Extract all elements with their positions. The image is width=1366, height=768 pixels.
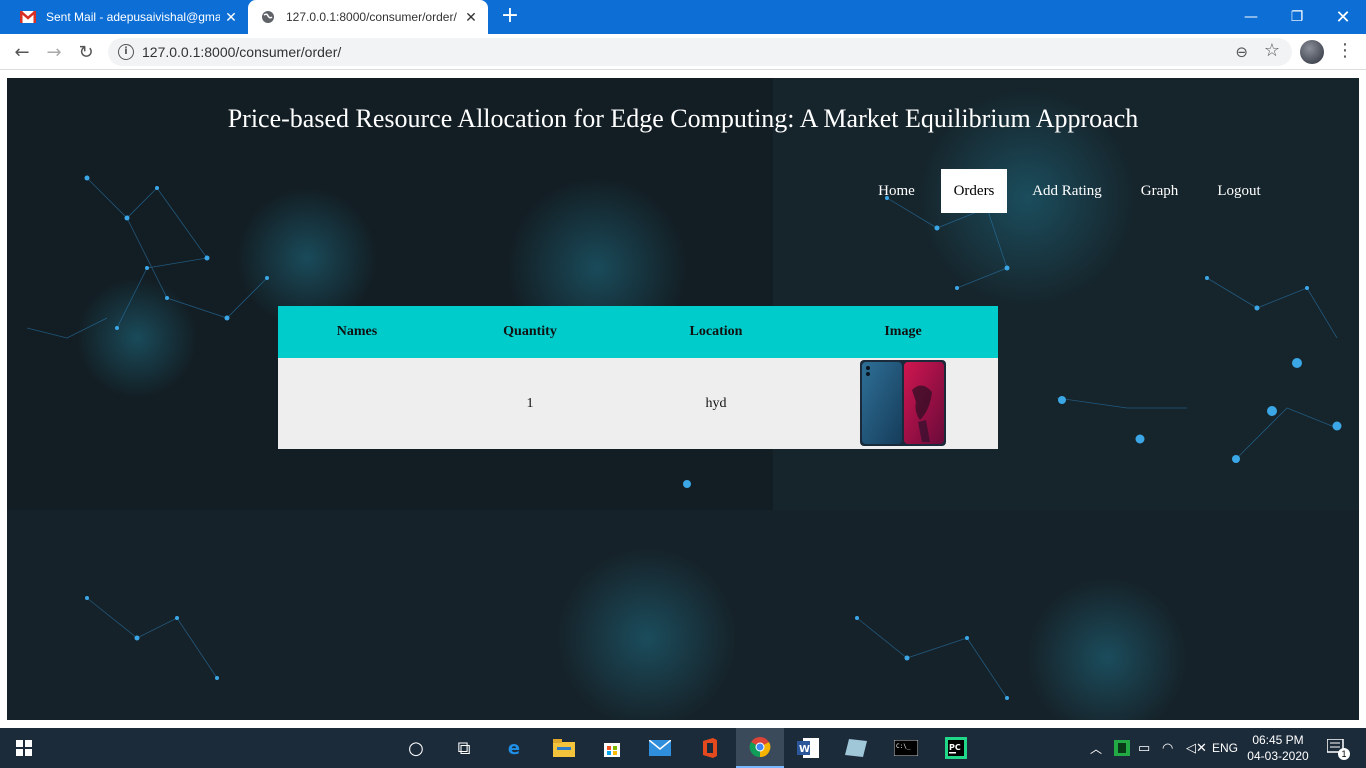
page-viewport: Price-based Resource Allocation for Edge… [0,70,1366,728]
close-tab-icon[interactable]: ✕ [460,9,482,26]
back-icon[interactable]: ← [8,38,36,66]
clock-time: 06:45 PM [1252,733,1304,747]
wifi-icon[interactable]: ◠ [1162,728,1173,768]
svg-text:C:\_: C:\_ [896,743,911,750]
nav-graph[interactable]: Graph [1127,169,1192,213]
reload-icon[interactable]: ↻ [72,38,100,66]
tab-active[interactable]: 127.0.0.1:8000/consumer/order/ ✕ [248,0,488,34]
tray-app-icon[interactable] [1114,728,1130,768]
header-image: Image [884,324,922,339]
notification-icon[interactable]: 1 [1322,728,1352,768]
windows-taskbar: ○ ⧉ e W C:\_ PC ︿ ▭ ◠ ◁✕ ENG 06:45 PM 04… [0,728,1366,768]
close-tab-icon[interactable]: ✕ [220,9,242,26]
page-title: Price-based Resource Allocation for Edge… [227,104,1139,133]
minimize-button[interactable]: — [1228,0,1274,34]
orders-table: Names Quantity Location Image 1 hyd [278,306,998,449]
address-bar[interactable]: i 127.0.0.1:8000/consumer/order/ ⊖ ☆ [108,38,1292,66]
clock[interactable]: 06:45 PM 04-03-2020 [1246,728,1310,768]
nav-orders[interactable]: Orders [941,169,1007,213]
nav-add-rating[interactable]: Add Rating [1022,169,1112,213]
header-location: Location [689,324,743,339]
clock-date: 04-03-2020 [1247,749,1309,763]
language-indicator[interactable]: ENG [1212,728,1238,768]
windows-start-icon[interactable] [0,728,48,768]
pycharm-icon[interactable]: PC [932,728,980,768]
header-quantity: Quantity [503,324,557,339]
mail-icon[interactable] [636,728,684,768]
svg-text:W: W [799,744,810,755]
profile-avatar[interactable] [1300,40,1324,64]
cell-location: hyd [705,395,727,411]
chrome-icon[interactable] [736,728,784,768]
forward-icon[interactable]: → [40,38,68,66]
search-circle-icon[interactable]: ○ [392,728,440,768]
phone-image [860,360,946,446]
nav-logout[interactable]: Logout [1204,169,1274,213]
globe-icon [260,9,276,25]
url-text: 127.0.0.1:8000/consumer/order/ [142,44,342,60]
file-explorer-icon[interactable] [540,728,588,768]
volume-muted-icon[interactable]: ◁✕ [1186,728,1207,768]
menu-icon[interactable]: ⋮ [1336,40,1354,64]
task-view-icon[interactable]: ⧉ [440,728,488,768]
info-icon[interactable]: i [118,44,134,60]
zoom-icon[interactable]: ⊖ [1235,43,1248,61]
tab-title: Sent Mail - adepusaivishal@gmail.com [46,10,220,24]
cell-name [278,358,436,449]
show-hidden-icons[interactable]: ︿ [1090,728,1102,768]
cell-quantity: 1 [526,395,534,411]
tab-gmail[interactable]: Sent Mail - adepusaivishal@gmail.com ✕ [8,0,248,34]
bookmark-star-icon[interactable]: ☆ [1264,40,1280,61]
restore-button[interactable]: ❐ [1274,0,1320,34]
nav-home[interactable]: Home [864,169,929,213]
notes-app-icon[interactable] [832,728,880,768]
close-window-button[interactable]: ✕ [1320,0,1366,34]
new-tab-button[interactable]: + [498,4,522,30]
tab-title: 127.0.0.1:8000/consumer/order/ [286,10,457,24]
office-icon[interactable] [686,728,734,768]
browser-tab-bar: Sent Mail - adepusaivishal@gmail.com ✕ 1… [0,0,1366,34]
svg-text:PC: PC [949,743,961,752]
word-icon[interactable]: W [784,728,832,768]
notification-count: 1 [1338,748,1350,760]
edge-icon[interactable]: e [490,728,538,768]
table-header: Names Quantity Location Image [278,306,998,358]
terminal-icon[interactable]: C:\_ [882,728,930,768]
battery-icon[interactable]: ▭ [1138,728,1150,768]
network-background: Price-based Resource Allocation for Edge… [7,78,1359,720]
table-row: 1 hyd [278,358,998,449]
gmail-icon [20,9,36,25]
header-names: Names [336,324,378,339]
store-icon[interactable] [588,728,636,768]
